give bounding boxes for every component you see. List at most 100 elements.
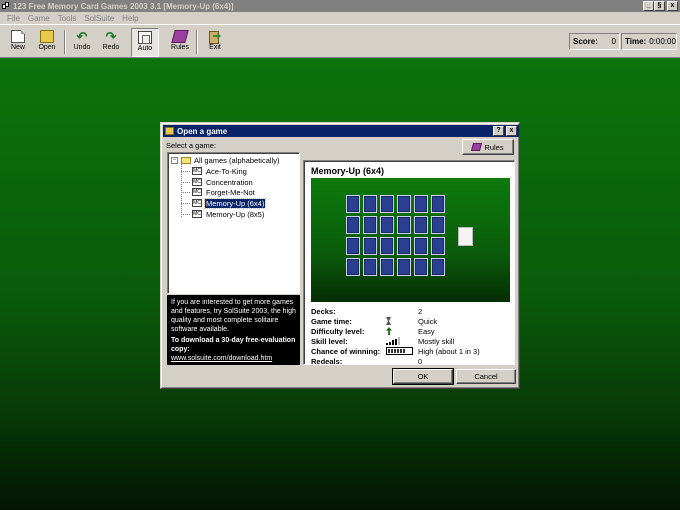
undo-button[interactable]: ↶ Undo (68, 28, 96, 57)
dialog-close-button[interactable]: x (506, 126, 517, 136)
face-down-card (380, 195, 394, 213)
auto-button[interactable]: Auto (131, 28, 159, 57)
new-document-icon (11, 30, 25, 43)
window-title-bar: 123 Free Memory Card Games 2003 3.1 [Mem… (0, 0, 680, 12)
dialog-title: Open a game (177, 126, 228, 136)
promo-panel: If you are interested to get more games … (167, 295, 300, 365)
auto-icon (138, 31, 152, 44)
rules-book-icon (471, 143, 483, 151)
tree-item-memory-up-6x4[interactable]: MC Memory-Up (6x4) (180, 197, 267, 209)
rules-button[interactable]: Rules (166, 28, 194, 57)
stat-value: High (about 1 in 3) (418, 346, 480, 356)
game-tree[interactable]: − All games (alphabetically) MC Ace-To-K… (167, 152, 300, 294)
tree-item-forget-me-not[interactable]: MC Forget-Me-Not (181, 187, 256, 197)
memory-card-icon: MC (192, 210, 202, 218)
close-button[interactable]: x (667, 1, 678, 11)
redo-button[interactable]: ↷ Redo (97, 28, 125, 57)
face-down-card (346, 258, 360, 276)
menu-bar: File Game Tools SolSuite Help (0, 12, 680, 24)
open-label: Open (38, 44, 56, 51)
game-name: Memory-Up (6x4) (311, 166, 385, 176)
skill-bars-icon (386, 337, 400, 345)
tree-root[interactable]: − All games (alphabetically) (171, 156, 279, 165)
collapse-icon[interactable]: − (171, 157, 178, 164)
face-down-card (346, 216, 360, 234)
stat-decks: Decks: 2 (311, 306, 516, 316)
minimize-button[interactable]: _ (643, 1, 654, 11)
cancel-button[interactable]: Cancel (456, 369, 516, 384)
restore-button[interactable]: § (654, 1, 665, 11)
tree-item-label: Forget-Me-Not (206, 187, 255, 197)
open-folder-icon (40, 30, 54, 43)
memory-card-icon: MC (192, 188, 202, 196)
time-label: Time: (625, 37, 647, 46)
stat-value: Easy (418, 326, 435, 336)
tree-item-memory-up-8x5[interactable]: MC Memory-Up (8x5) (180, 209, 265, 219)
game-preview (311, 178, 510, 302)
rules-book-icon (171, 30, 189, 43)
up-arrow-icon (386, 327, 392, 335)
memory-card-icon: MC (192, 199, 202, 207)
face-down-card (414, 258, 428, 276)
exit-label: Exit (209, 44, 221, 51)
ok-button[interactable]: OK (392, 368, 454, 385)
face-down-card (431, 258, 445, 276)
stat-chance: Chance of winning: High (about 1 in 3) (311, 346, 516, 356)
menu-help[interactable]: Help (118, 14, 142, 23)
stat-difficulty: Difficulty level: Easy (311, 326, 516, 336)
face-down-card (397, 258, 411, 276)
time-display: Time: 0:00:00 (621, 33, 677, 50)
exit-button[interactable]: Exit (201, 28, 229, 57)
help-button[interactable]: ? (493, 126, 504, 136)
face-down-card (431, 216, 445, 234)
stat-value: Mostly skill (418, 336, 455, 346)
chance-meter-icon (386, 347, 413, 355)
redo-arrow-icon: ↷ (105, 29, 117, 44)
undo-arrow-icon: ↶ (76, 29, 88, 44)
menu-solsuite[interactable]: SolSuite (80, 14, 118, 23)
face-down-card (346, 195, 360, 213)
window-title: 123 Free Memory Card Games 2003 3.1 [Mem… (13, 1, 234, 11)
dialog-rules-button[interactable]: Rules (462, 139, 514, 155)
folder-icon (181, 157, 191, 164)
face-down-card (431, 237, 445, 255)
app-cards-icon (2, 1, 11, 11)
face-down-card (414, 195, 428, 213)
undo-label: Undo (73, 44, 91, 51)
face-down-card (380, 237, 394, 255)
tree-item-ace-to-king[interactable]: MC Ace-To-King (181, 166, 248, 176)
new-button[interactable]: New (4, 28, 32, 57)
stat-label: Difficulty level: (311, 326, 365, 336)
face-down-card (380, 258, 394, 276)
face-down-card (380, 216, 394, 234)
rules-label: Rules (171, 44, 189, 51)
memory-card-icon: MC (192, 178, 202, 186)
redo-label: Redo (102, 44, 120, 51)
spare-card (458, 227, 473, 246)
face-down-card (397, 237, 411, 255)
face-down-card (414, 237, 428, 255)
exit-door-icon (208, 30, 222, 44)
score-value: 0 (611, 37, 616, 46)
menu-game[interactable]: Game (24, 14, 54, 23)
face-down-card (397, 195, 411, 213)
face-down-card (363, 237, 377, 255)
stat-skill: Skill level: Mostly skill (311, 336, 516, 346)
score-label: Score: (573, 37, 598, 46)
score-display: Score: 0 (569, 33, 620, 50)
auto-label: Auto (137, 45, 153, 52)
tree-item-concentration[interactable]: MC Concentration (181, 177, 254, 187)
toolbar-separator (196, 30, 198, 54)
face-down-card (346, 237, 360, 255)
open-button[interactable]: Open (33, 28, 61, 57)
stat-value: 0 (418, 356, 423, 366)
tree-item-label: Ace-To-King (206, 166, 247, 176)
face-down-card (431, 195, 445, 213)
menu-file[interactable]: File (3, 14, 24, 23)
menu-tools[interactable]: Tools (54, 14, 81, 23)
folder-icon (165, 127, 174, 135)
tree-item-label: Concentration (206, 177, 253, 187)
download-link[interactable]: www.solsuite.com/download.htm (171, 354, 296, 363)
face-down-card (397, 216, 411, 234)
download-text: To download a 30-day free-evaluation cop… (171, 337, 296, 353)
